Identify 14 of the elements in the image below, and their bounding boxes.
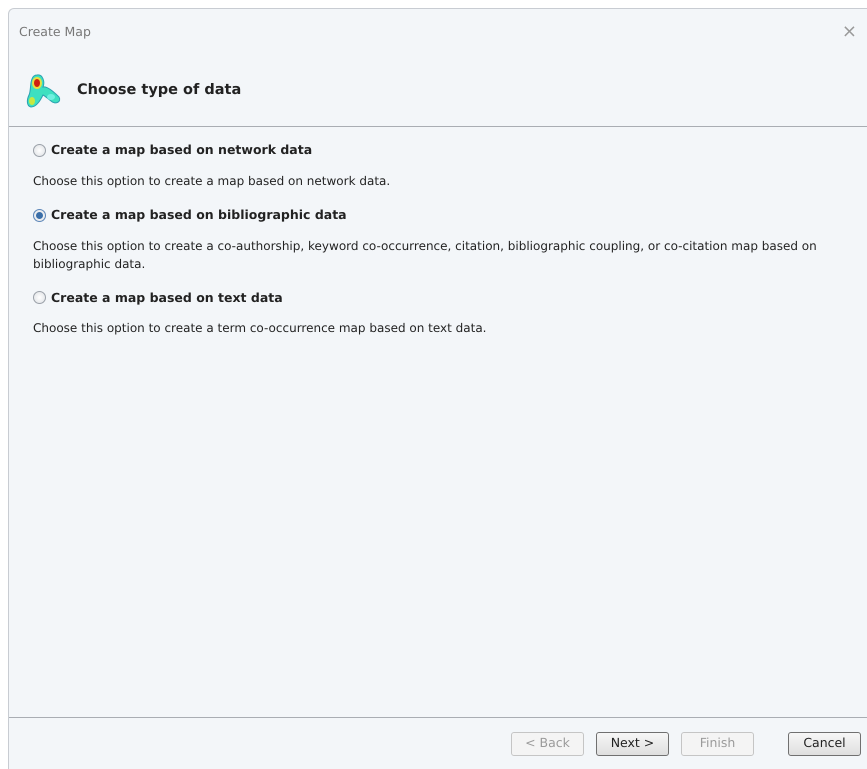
window-title: Create Map [19,22,91,41]
dialog-button[interactable]: Cancel [788,732,861,756]
radio-button[interactable] [33,144,46,157]
option-label[interactable]: Create a map based on network data [51,141,312,160]
option-label[interactable]: Create a map based on bibliographic data [51,206,347,224]
radio-button[interactable] [33,291,46,304]
dialog-button[interactable]: Next > [596,732,669,756]
page-heading: Choose type of data [77,80,242,100]
radio-button[interactable] [33,208,46,222]
option-description: Choose this option to create a map based on network data. [33,172,392,190]
map-logo-icon [25,72,63,108]
option-description: Choose this option to create a co-authorship, keyword co-occurrence, citation, bibliographic coupling, or co-citation map based on bibliographic data. [33,238,818,272]
option-label[interactable]: Create a map based on text data [51,288,283,308]
option-description: Choose this option to create a term co-occurrence map based on text data. [33,320,488,338]
